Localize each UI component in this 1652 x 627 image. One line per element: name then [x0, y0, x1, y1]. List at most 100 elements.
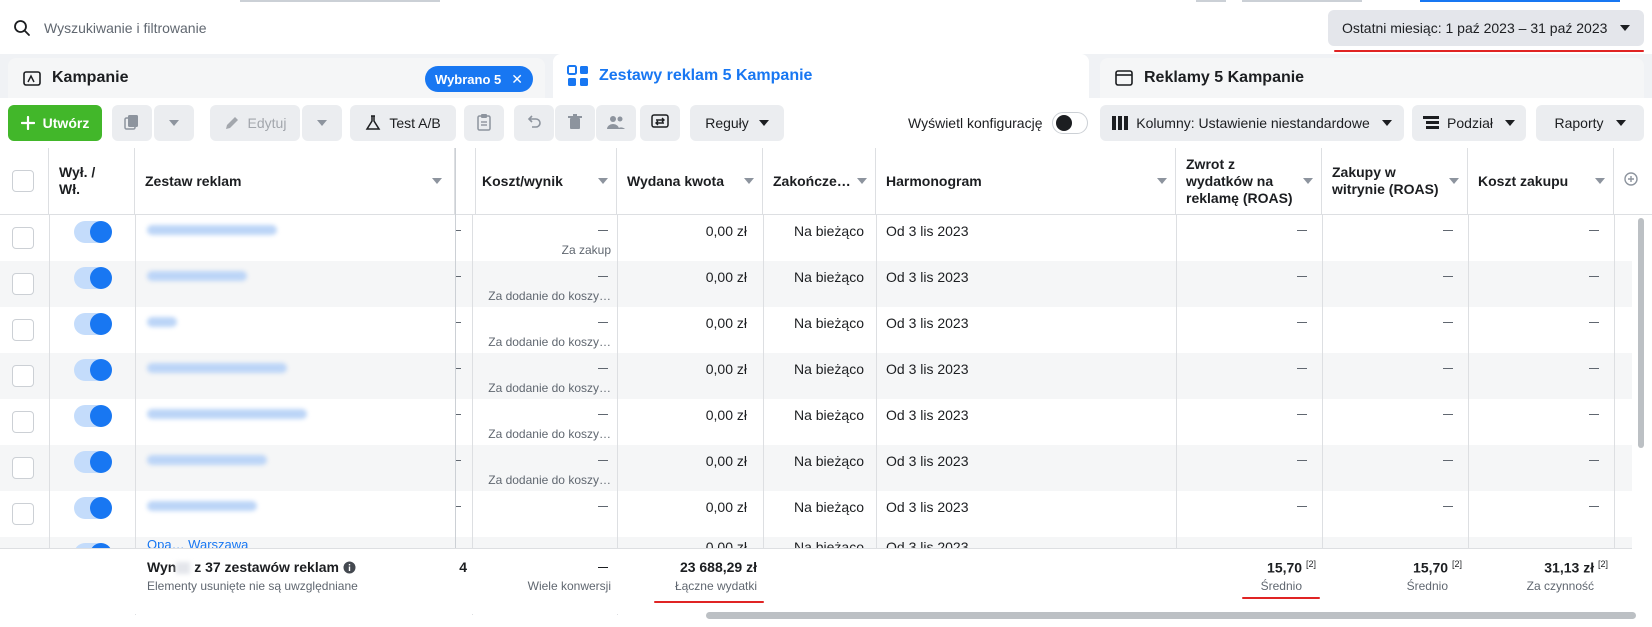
summary-subtitle: Elementy usunięte nie są uwzględniane — [147, 579, 358, 593]
level-tabs: Kampanie Wybrano 5 ✕ Zestawy reklam 5 Ka… — [0, 54, 1652, 98]
table-row[interactable]: Za dodanie do koszy… 0,00 zł Na bieżąco Od … — [0, 307, 1632, 353]
header-ends[interactable]: Zakończe… — [763, 148, 876, 214]
reports-button[interactable]: Raporty — [1536, 105, 1644, 141]
table-row[interactable]: Za dodanie do koszy… 0,00 zł Na bieżąco Od … — [0, 353, 1632, 399]
status-toggle[interactable] — [74, 267, 112, 289]
row-checkbox[interactable] — [12, 503, 34, 525]
tab-ads[interactable]: Reklamy 5 Kampanie — [1100, 58, 1644, 98]
sort-icon[interactable] — [857, 178, 867, 184]
ad-set-name-redacted[interactable] — [147, 271, 247, 281]
roas-dash — [1297, 460, 1307, 461]
date-range-label: Ostatni miesiąc: 1 paź 2023 – 31 paź 202… — [1342, 20, 1608, 36]
header-schedule[interactable]: Harmonogram — [876, 148, 1176, 214]
sort-icon[interactable] — [1303, 178, 1313, 184]
header-toggle[interactable]: Wył. / Wł. — [49, 148, 135, 214]
create-button[interactable]: Utwórz — [8, 105, 102, 141]
website-roas-dash — [1443, 276, 1453, 277]
cost-per-purchase-dash — [1589, 322, 1599, 323]
table-row[interactable]: Za zakup 0,00 zł Na bieżąco Od 3 lis 2023 — [0, 215, 1632, 261]
table-row[interactable]: Za dodanie do koszy… 0,00 zł Na bieżąco Od … — [0, 445, 1632, 491]
header-cost-per-result[interactable]: Koszt/wynik — [472, 148, 617, 214]
tab-ad-sets[interactable]: Zestawy reklam 5 Kampanie — [553, 54, 1089, 98]
clipboard-button[interactable] — [464, 105, 504, 141]
search-box[interactable] — [0, 10, 1322, 46]
date-range-picker[interactable]: Ostatni miesiąc: 1 paź 2023 – 31 paź 202… — [1328, 10, 1644, 46]
ad-set-name-redacted[interactable] — [147, 363, 287, 373]
table-row-partial[interactable]: Opa… Warszawa 0,00 zł Na bieżąco Od 3 lis 2… — [0, 537, 1632, 548]
search-input[interactable] — [44, 20, 1244, 36]
table-row[interactable]: Za dodanie do koszy… 0,00 zł Na bieżąco Od … — [0, 399, 1632, 445]
header-amount-spent[interactable]: Wydana kwota — [617, 148, 763, 214]
audience-button[interactable] — [596, 105, 636, 141]
status-toggle[interactable] — [74, 359, 112, 381]
breakdown-button[interactable]: Podział — [1412, 105, 1526, 141]
breakdown-label: Podział — [1447, 115, 1493, 131]
status-toggle[interactable] — [74, 221, 112, 243]
ad-set-name-redacted[interactable] — [147, 409, 307, 419]
status-toggle[interactable] — [74, 313, 112, 335]
row-checkbox[interactable] — [12, 273, 34, 295]
tab-campaigns[interactable]: Kampanie Wybrano 5 ✕ — [8, 58, 545, 98]
cost-dash — [598, 276, 608, 277]
edit-button[interactable]: Edytuj — [210, 105, 300, 141]
result-type: Za dodanie do koszy… — [488, 289, 611, 303]
info-icon[interactable] — [343, 561, 356, 577]
horizontal-scrollbar[interactable] — [706, 612, 1636, 619]
sort-icon[interactable] — [1595, 178, 1605, 184]
add-column-icon[interactable] — [1624, 172, 1638, 190]
header-cost-per-purchase[interactable]: Koszt zakupu — [1468, 148, 1614, 214]
status-toggle[interactable] — [74, 451, 112, 473]
vertical-scrollbar[interactable] — [1638, 218, 1644, 448]
row-checkbox[interactable] — [12, 365, 34, 387]
columns-button[interactable]: Kolumny: Ustawienie niestandardowe — [1100, 105, 1404, 141]
ad-set-name-redacted[interactable] — [147, 317, 177, 327]
tab-ads-label: Reklamy 5 Kampanie — [1144, 69, 1305, 86]
header-ad-set[interactable]: Zestaw reklam — [135, 148, 455, 214]
plus-icon — [20, 116, 35, 130]
cost-per-purchase-dash — [1589, 414, 1599, 415]
ab-test-button[interactable]: Test A/B — [350, 105, 456, 141]
duplicate-button[interactable] — [112, 105, 152, 141]
close-icon[interactable]: ✕ — [511, 71, 523, 88]
delete-button[interactable] — [555, 105, 595, 141]
select-all-checkbox[interactable] — [12, 170, 34, 192]
table-row[interactable]: 0,00 zł Na bieżąco Od 3 lis 2023 — [0, 491, 1632, 537]
sort-icon[interactable] — [1157, 178, 1167, 184]
row-checkbox[interactable] — [12, 319, 34, 341]
export-button[interactable] — [640, 105, 680, 141]
summary-spent-total: 23 688,29 zł — [679, 559, 757, 575]
duplicate-menu-button[interactable] — [154, 105, 194, 141]
sort-icon[interactable] — [1449, 178, 1459, 184]
show-config-toggle[interactable]: Wyświetl konfigurację — [908, 105, 1089, 141]
selected-badge[interactable]: Wybrano 5 ✕ — [425, 66, 533, 92]
duplicate-icon — [123, 113, 141, 134]
header-add-column[interactable] — [1614, 148, 1652, 214]
result-type: Za dodanie do koszy… — [488, 381, 611, 395]
sort-icon[interactable] — [744, 178, 754, 184]
toggle-knob — [90, 451, 112, 473]
status-toggle[interactable] — [74, 405, 112, 427]
table-row[interactable]: Za dodanie do koszy… 0,00 zł Na bieżąco Od … — [0, 261, 1632, 307]
ad-set-name[interactable]: Opa… Warszawa — [137, 537, 258, 548]
row-checkbox[interactable] — [12, 227, 34, 249]
row-checkbox[interactable] — [12, 457, 34, 479]
undo-button[interactable] — [514, 105, 554, 141]
edit-menu-button[interactable] — [302, 105, 342, 141]
rules-button[interactable]: Reguły — [690, 105, 784, 141]
ad-set-name-redacted[interactable] — [147, 225, 277, 235]
sort-icon[interactable] — [598, 178, 608, 184]
row-checkbox[interactable] — [12, 411, 34, 433]
toggle-switch[interactable] — [1052, 112, 1089, 134]
sort-icon[interactable] — [432, 178, 442, 184]
header-roas[interactable]: Zwrot z wydatków na reklamę (ROAS) — [1176, 148, 1322, 214]
frozen-column-divider — [455, 148, 456, 614]
cost-per-purchase-dash — [1589, 368, 1599, 369]
ad-set-name-redacted[interactable] — [147, 455, 267, 465]
header-select-all — [0, 148, 49, 214]
header-website-roas[interactable]: Zakupy w witrynie (ROAS) — [1322, 148, 1468, 214]
status-toggle[interactable] — [74, 497, 112, 519]
summary-results-fragment: 4 — [459, 559, 467, 575]
ad-set-name-redacted[interactable] — [147, 501, 257, 511]
ad-sets-table: Wył. / Wł. Zestaw reklam Koszt/wynik Wyd… — [0, 148, 1652, 627]
cost-per-purchase-dash — [1589, 460, 1599, 461]
